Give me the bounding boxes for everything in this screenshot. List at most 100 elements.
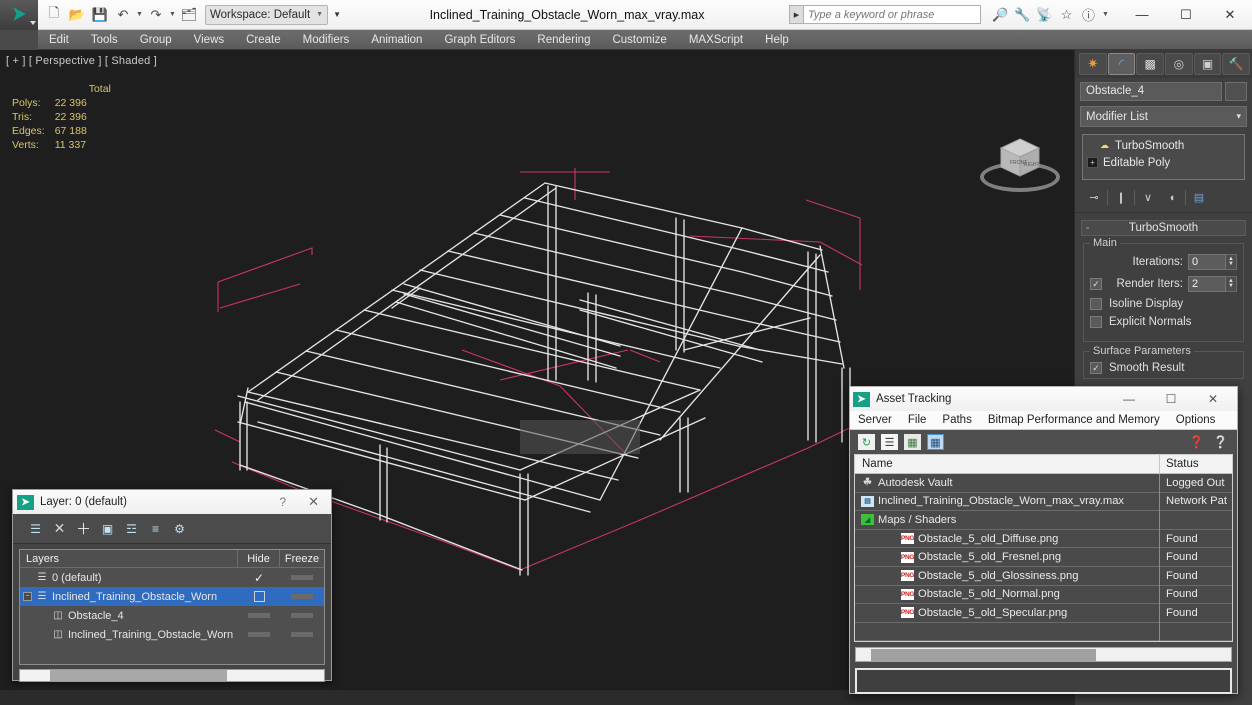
menu-item-file[interactable]: File [900,411,935,430]
layer-dialog[interactable]: ➤ Layer: 0 (default) ? ✕ ☰ ✕ ＋ ▣ ☲ ≡ ⚙ L… [12,489,332,682]
iterations-spinner[interactable]: 0 ▲ ▼ [1188,254,1237,270]
pin-stack-button[interactable]: ⊸ [1083,188,1105,207]
minimize-button[interactable]: — [1108,387,1150,411]
hide-cell[interactable]: ✓ [238,571,280,585]
menu-item-maxscript[interactable]: MAXScript [678,30,754,50]
asset-horizontal-scrollbar[interactable] [855,647,1232,663]
rollout-collapse-icon[interactable]: - [1086,223,1089,234]
display-tab[interactable]: ▣ [1193,53,1222,75]
layer-list[interactable]: Layers Hide Freeze ☰ 0 (default) ✓ − ☰ I… [19,549,325,665]
spinner-arrows-icon[interactable]: ▲ ▼ [1226,276,1237,292]
modifier-stack[interactable]: ☁ TurboSmooth + Editable Poly [1082,134,1245,180]
layer-row-object[interactable]: ◫ Obstacle_4 [20,606,324,625]
asset-grid[interactable]: Name Status ☘ Autodesk Vault Logged Out … [854,454,1233,643]
grid-view-button[interactable]: ▦ [927,434,944,450]
hide-cell[interactable] [238,613,280,618]
layer-properties-button[interactable]: ⚙ [171,520,188,537]
view-cube-box[interactable]: FRONT RIGHT [998,136,1042,180]
search-dropdown-icon[interactable]: ▶ [789,5,803,24]
favorites-star-icon[interactable]: ☆ [1057,5,1076,24]
asset-row-png[interactable]: PNG Obstacle_5_old_Fresnel.png Found [855,547,1232,567]
help-question-icon[interactable]: ❓ [1188,434,1205,450]
asset-row-png[interactable]: PNG Obstacle_5_old_Specular.png Found [855,603,1232,623]
search-binoculars-icon[interactable]: 🔎 [991,5,1010,24]
render-iters-spinner[interactable]: 2 ▲ ▼ [1188,276,1237,292]
workspace-dropdown-button[interactable]: ▼ [329,10,345,19]
asset-scrollbar-thumb[interactable] [871,648,1096,661]
undo-button[interactable]: ↶ [112,4,134,26]
asset-row-png[interactable]: PNG Obstacle_5_old_Glossiness.png Found [855,566,1232,586]
hierarchy-tab[interactable]: ▩ [1136,53,1165,75]
asset-row-max-file[interactable]: ▤ Inclined_Training_Obstacle_Worn_max_vr… [855,492,1232,512]
isoline-display-row[interactable]: Isoline Display [1090,298,1237,310]
asset-row-maps-shaders[interactable]: ◢ Maps / Shaders [855,510,1232,530]
close-button[interactable]: ✕ [1208,0,1252,30]
hide-cell[interactable] [238,591,280,602]
freeze-cell[interactable] [280,613,324,618]
save-file-button[interactable]: 💾 [89,4,111,26]
satellite-dish-icon[interactable]: 📡 [1035,5,1054,24]
iterations-value[interactable]: 0 [1188,254,1226,270]
menu-item-paths[interactable]: Paths [934,411,979,430]
menu-item-group[interactable]: Group [129,30,183,50]
menu-item-server[interactable]: Server [850,411,900,430]
context-help-icon[interactable]: ❔ [1212,434,1229,450]
wrench-icon[interactable]: 🔧 [1013,5,1032,24]
help-dropdown-icon[interactable]: ▼ [1101,11,1110,18]
smooth-result-checkbox[interactable]: ✓ [1090,362,1102,374]
modify-tab[interactable]: ◜ [1107,53,1136,75]
asset-tracking-dialog[interactable]: ➤ Asset Tracking — ☐ ✕ Server File Paths… [849,386,1238,695]
collapse-expander-icon[interactable]: − [23,592,32,601]
application-menu-button[interactable]: ➤ [0,0,38,30]
asset-row-png[interactable]: PNG Obstacle_5_old_Normal.png Found [855,585,1232,605]
menu-item-bitmap-performance[interactable]: Bitmap Performance and Memory [980,411,1168,430]
hide-cell[interactable] [238,632,280,637]
add-selection-button[interactable]: ＋ [75,520,92,538]
search-input[interactable] [803,5,981,24]
asset-row-png[interactable]: PNG Obstacle_5_old_Diffuse.png Found [855,529,1232,549]
remove-modifier-button[interactable]: ◖ [1161,188,1183,207]
freeze-cell[interactable] [280,632,324,637]
refresh-button[interactable]: ↻ [858,434,875,450]
set-project-folder-button[interactable]: 🗂 [178,4,200,26]
close-button[interactable]: ✕ [1192,387,1234,411]
expand-plus-icon[interactable]: + [1087,157,1098,168]
search-box[interactable]: ▶ [789,5,981,24]
lightbulb-icon[interactable]: ☁ [1099,140,1110,151]
layer-scrollbar-thumb[interactable] [50,670,227,681]
layer-row-object[interactable]: ◫ Inclined_Training_Obstacle_Worn [20,625,324,644]
make-unique-button[interactable]: ∨ [1137,188,1159,207]
explicit-normals-checkbox[interactable] [1090,316,1102,328]
menu-item-customize[interactable]: Customize [601,30,677,50]
spinner-arrows-icon[interactable]: ▲ ▼ [1226,254,1237,270]
freeze-cell[interactable] [280,575,324,580]
create-tab[interactable]: ✷ [1079,53,1107,75]
turbosmooth-rollout-header[interactable]: - TurboSmooth [1081,220,1246,236]
open-file-button[interactable]: 📂 [66,4,88,26]
stack-item-turbosmooth[interactable]: ☁ TurboSmooth [1083,137,1244,154]
bitmap-thumbnail-button[interactable]: ▦ [904,434,921,450]
layer-row-default[interactable]: ☰ 0 (default) ✓ [20,568,324,587]
maximize-button[interactable]: ☐ [1164,0,1208,30]
menu-item-rendering[interactable]: Rendering [526,30,601,50]
redo-dropdown-icon[interactable]: ▼ [168,11,177,18]
object-color-swatch[interactable] [1225,82,1247,101]
utilities-tab[interactable]: 🔨 [1222,53,1251,75]
menu-item-edit[interactable]: Edit [38,30,80,50]
menu-item-options[interactable]: Options [1168,411,1224,430]
menu-item-tools[interactable]: Tools [80,30,129,50]
smooth-result-row[interactable]: ✓ Smooth Result [1090,362,1237,374]
freeze-cell[interactable] [280,594,324,599]
asset-row-vault[interactable]: ☘ Autodesk Vault Logged Out [855,473,1232,493]
workspace-selector[interactable]: Workspace: Default ▼ [205,4,329,25]
menu-item-graph-editors[interactable]: Graph Editors [433,30,526,50]
explicit-normals-row[interactable]: Explicit Normals [1090,316,1237,328]
show-end-result-button[interactable]: ❙ [1110,188,1132,207]
list-view-button[interactable]: ☰ [881,434,898,450]
view-cube[interactable]: FRONT RIGHT [980,132,1060,194]
configure-modifier-sets-button[interactable]: ▤ [1188,188,1210,207]
highlight-selected-objects-button[interactable]: ☲ [123,520,140,537]
motion-tab[interactable]: ◎ [1165,53,1193,75]
menu-item-views[interactable]: Views [183,30,235,50]
object-name-field[interactable]: Obstacle_4 [1080,82,1222,101]
